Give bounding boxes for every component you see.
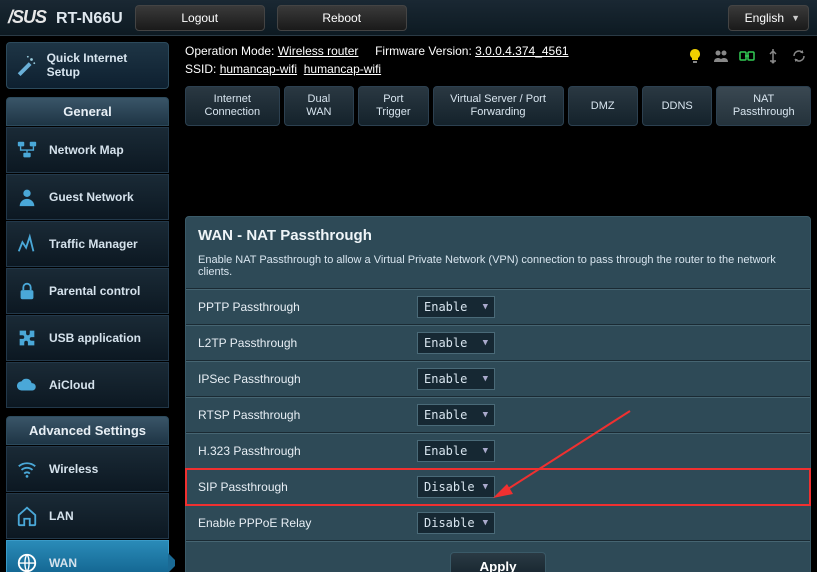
wand-icon — [13, 52, 39, 78]
tab-virtual-server[interactable]: Virtual Server / Port Forwarding — [433, 86, 564, 126]
select-h323[interactable]: Enable▼ — [417, 440, 495, 462]
nav-label: Traffic Manager — [49, 237, 138, 251]
apply-row: Apply — [186, 541, 810, 572]
lock-icon — [15, 279, 39, 303]
tab-dual-wan[interactable]: Dual WAN — [284, 86, 354, 126]
cloud-icon — [15, 373, 39, 397]
network-map-icon — [15, 138, 39, 162]
nav-label: Parental control — [49, 284, 140, 298]
sidebar-item-lan[interactable]: LAN — [6, 493, 169, 539]
guest-icon — [15, 185, 39, 209]
language-select[interactable]: English — [728, 5, 809, 31]
sidebar: Quick Internet Setup General Network Map… — [0, 36, 175, 572]
logout-button[interactable]: Logout — [135, 5, 265, 31]
usb-icon[interactable] — [765, 48, 781, 64]
label-rtsp: RTSP Passthrough — [186, 400, 411, 430]
general-header: General — [6, 97, 169, 126]
fw-link[interactable]: 3.0.0.4.374_4561 — [475, 44, 568, 58]
label-pptp: PPTP Passthrough — [186, 292, 411, 322]
bulb-icon[interactable] — [687, 48, 703, 64]
sidebar-item-wan[interactable]: WAN — [6, 540, 169, 572]
reboot-button[interactable]: Reboot — [277, 5, 407, 31]
select-l2tp[interactable]: Enable▼ — [417, 332, 495, 354]
wifi-icon — [15, 457, 39, 481]
row-l2tp: L2TP Passthrough Enable▼ — [186, 325, 810, 361]
label-l2tp: L2TP Passthrough — [186, 328, 411, 358]
tab-internet-connection[interactable]: Internet Connection — [185, 86, 280, 126]
select-ipsec[interactable]: Enable▼ — [417, 368, 495, 390]
panel-title: WAN - NAT Passthrough — [186, 217, 810, 250]
sidebar-item-traffic-manager[interactable]: Traffic Manager — [6, 221, 169, 267]
sidebar-item-wireless[interactable]: Wireless — [6, 446, 169, 492]
topbar: /SUS RT-N66U Logout Reboot English — [0, 0, 817, 36]
nav-label: Wireless — [49, 462, 98, 476]
refresh-icon[interactable] — [791, 48, 807, 64]
nav-label: LAN — [49, 509, 74, 523]
globe-icon — [15, 551, 39, 572]
label-pppoe-relay: Enable PPPoE Relay — [186, 508, 411, 538]
nav-label: AiCloud — [49, 378, 95, 392]
panel-description: Enable NAT Passthrough to allow a Virtua… — [186, 250, 810, 289]
qis-label: Quick Internet Setup — [47, 51, 162, 80]
row-ipsec: IPSec Passthrough Enable▼ — [186, 361, 810, 397]
select-rtsp[interactable]: Enable▼ — [417, 404, 495, 426]
row-sip: SIP Passthrough Disable▼ — [186, 469, 810, 505]
row-pppoe-relay: Enable PPPoE Relay Disable▼ — [186, 505, 810, 541]
row-pptp: PPTP Passthrough Enable▼ — [186, 289, 810, 325]
link-icon[interactable] — [739, 48, 755, 64]
row-rtsp: RTSP Passthrough Enable▼ — [186, 397, 810, 433]
tab-port-trigger[interactable]: Port Trigger — [358, 86, 428, 126]
tab-dmz[interactable]: DMZ — [568, 86, 638, 126]
label-sip: SIP Passthrough — [186, 472, 411, 502]
language-label: English — [745, 11, 784, 25]
sidebar-item-parental-control[interactable]: Parental control — [6, 268, 169, 314]
select-pptp[interactable]: Enable▼ — [417, 296, 495, 318]
nav-label: WAN — [49, 556, 77, 570]
quick-internet-setup[interactable]: Quick Internet Setup — [6, 42, 169, 89]
op-mode-link[interactable]: Wireless router — [278, 44, 359, 58]
sidebar-item-usb-application[interactable]: USB application — [6, 315, 169, 361]
tab-ddns[interactable]: DDNS — [642, 86, 712, 126]
users-icon[interactable] — [713, 48, 729, 64]
settings-panel: WAN - NAT Passthrough Enable NAT Passthr… — [185, 216, 811, 572]
puzzle-icon — [15, 326, 39, 350]
tab-bar: Internet Connection Dual WAN Port Trigge… — [185, 86, 811, 126]
label-ipsec: IPSec Passthrough — [186, 364, 411, 394]
ssid1-link[interactable]: humancap-wifi — [220, 62, 297, 76]
row-h323: H.323 Passthrough Enable▼ — [186, 433, 810, 469]
nav-label: USB application — [49, 331, 141, 345]
ssid2-link[interactable]: humancap-wifi — [304, 62, 381, 76]
sidebar-item-guest-network[interactable]: Guest Network — [6, 174, 169, 220]
traffic-icon — [15, 232, 39, 256]
logo-area: /SUS RT-N66U — [8, 7, 123, 28]
select-sip[interactable]: Disable▼ — [417, 476, 495, 498]
nav-label: Guest Network — [49, 190, 134, 204]
tab-nat-passthrough[interactable]: NAT Passthrough — [716, 86, 811, 126]
advanced-header: Advanced Settings — [6, 416, 169, 445]
sidebar-item-network-map[interactable]: Network Map — [6, 127, 169, 173]
select-pppoe-relay[interactable]: Disable▼ — [417, 512, 495, 534]
main-content: Operation Mode: Wireless router Firmware… — [175, 36, 817, 572]
sidebar-item-aicloud[interactable]: AiCloud — [6, 362, 169, 408]
apply-button[interactable]: Apply — [450, 552, 545, 572]
label-h323: H.323 Passthrough — [186, 436, 411, 466]
brand-logo: /SUS — [8, 7, 46, 28]
nav-label: Network Map — [49, 143, 124, 157]
status-icons — [687, 48, 811, 64]
model-name: RT-N66U — [56, 10, 123, 28]
home-icon — [15, 504, 39, 528]
